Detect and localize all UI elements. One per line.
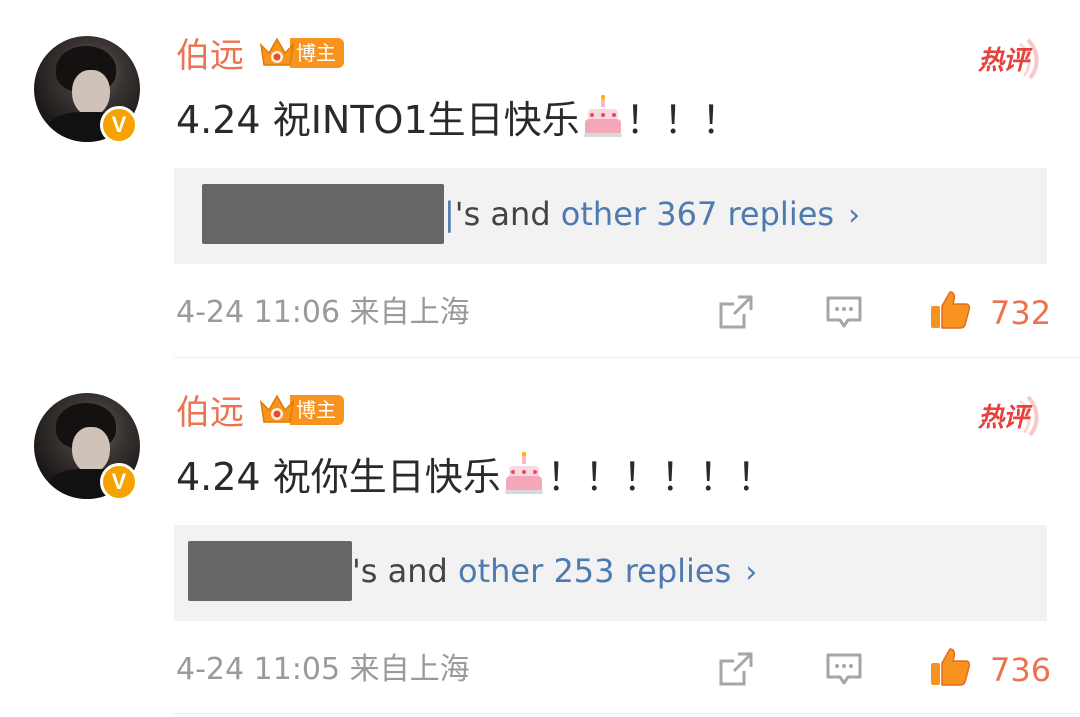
comment-text-exclaim: ！！！	[625, 98, 740, 142]
redacted-username	[202, 184, 444, 244]
comment-text-main: 4.24 祝INTO1生日快乐	[176, 98, 580, 142]
username[interactable]: 伯远	[176, 391, 244, 435]
like-count: 736	[990, 651, 1052, 689]
crown-icon	[259, 394, 295, 423]
comment-meta: 4-24 11:06 来自上海	[176, 295, 470, 330]
comment-item: V 伯远 博主 热评 4.24 祝你生日快乐 ！！！！！！ 's and oth…	[0, 357, 1080, 714]
comment-text-exclaim: ！！！！！！	[546, 455, 775, 499]
like-icon[interactable]	[928, 288, 972, 332]
divider	[174, 357, 1080, 358]
comment-text-main: 4.24 祝你生日快乐	[176, 455, 501, 499]
cake-icon	[583, 95, 622, 137]
reply-summary[interactable]: 's and other 253 replies ›	[174, 525, 1047, 621]
crown-icon	[259, 37, 295, 66]
hot-comment-tag: 热评	[977, 403, 1029, 433]
hot-comment-tag: 热评	[977, 46, 1029, 76]
comment-text: 4.24 祝INTO1生日快乐 ！！！	[176, 94, 740, 146]
share-icon[interactable]	[716, 649, 756, 689]
divider	[174, 713, 1080, 714]
comment-icon[interactable]	[824, 292, 864, 332]
reply-summary-text[interactable]: |'s and other 367 replies ›	[444, 192, 860, 238]
host-badge-label: 博主	[290, 395, 344, 425]
comment-meta: 4-24 11:05 来自上海	[176, 652, 470, 687]
reply-summary-text[interactable]: 's and other 253 replies ›	[352, 549, 757, 595]
verified-badge-icon: V	[100, 463, 138, 501]
like-count: 732	[990, 294, 1052, 332]
comment-icon[interactable]	[824, 649, 864, 689]
redacted-username	[188, 541, 352, 601]
comment-item: V 伯远 博主 热评 4.24 祝INTO1生日快乐 ！！！ |'s and o…	[0, 0, 1080, 357]
host-badge: 博主	[258, 391, 344, 429]
more-replies-link[interactable]: other 253 replies	[458, 552, 731, 590]
verified-badge-icon: V	[100, 106, 138, 144]
share-icon[interactable]	[716, 292, 756, 332]
host-badge: 博主	[258, 34, 344, 72]
like-icon[interactable]	[928, 645, 972, 689]
cake-icon	[504, 452, 543, 494]
comment-text: 4.24 祝你生日快乐 ！！！！！！	[176, 451, 775, 503]
chevron-right-icon: ›	[848, 198, 861, 233]
more-replies-link[interactable]: other 367 replies	[561, 195, 834, 233]
chevron-right-icon: ›	[745, 555, 758, 590]
reply-summary[interactable]: |'s and other 367 replies ›	[174, 168, 1047, 264]
host-badge-label: 博主	[290, 38, 344, 68]
username[interactable]: 伯远	[176, 34, 244, 78]
